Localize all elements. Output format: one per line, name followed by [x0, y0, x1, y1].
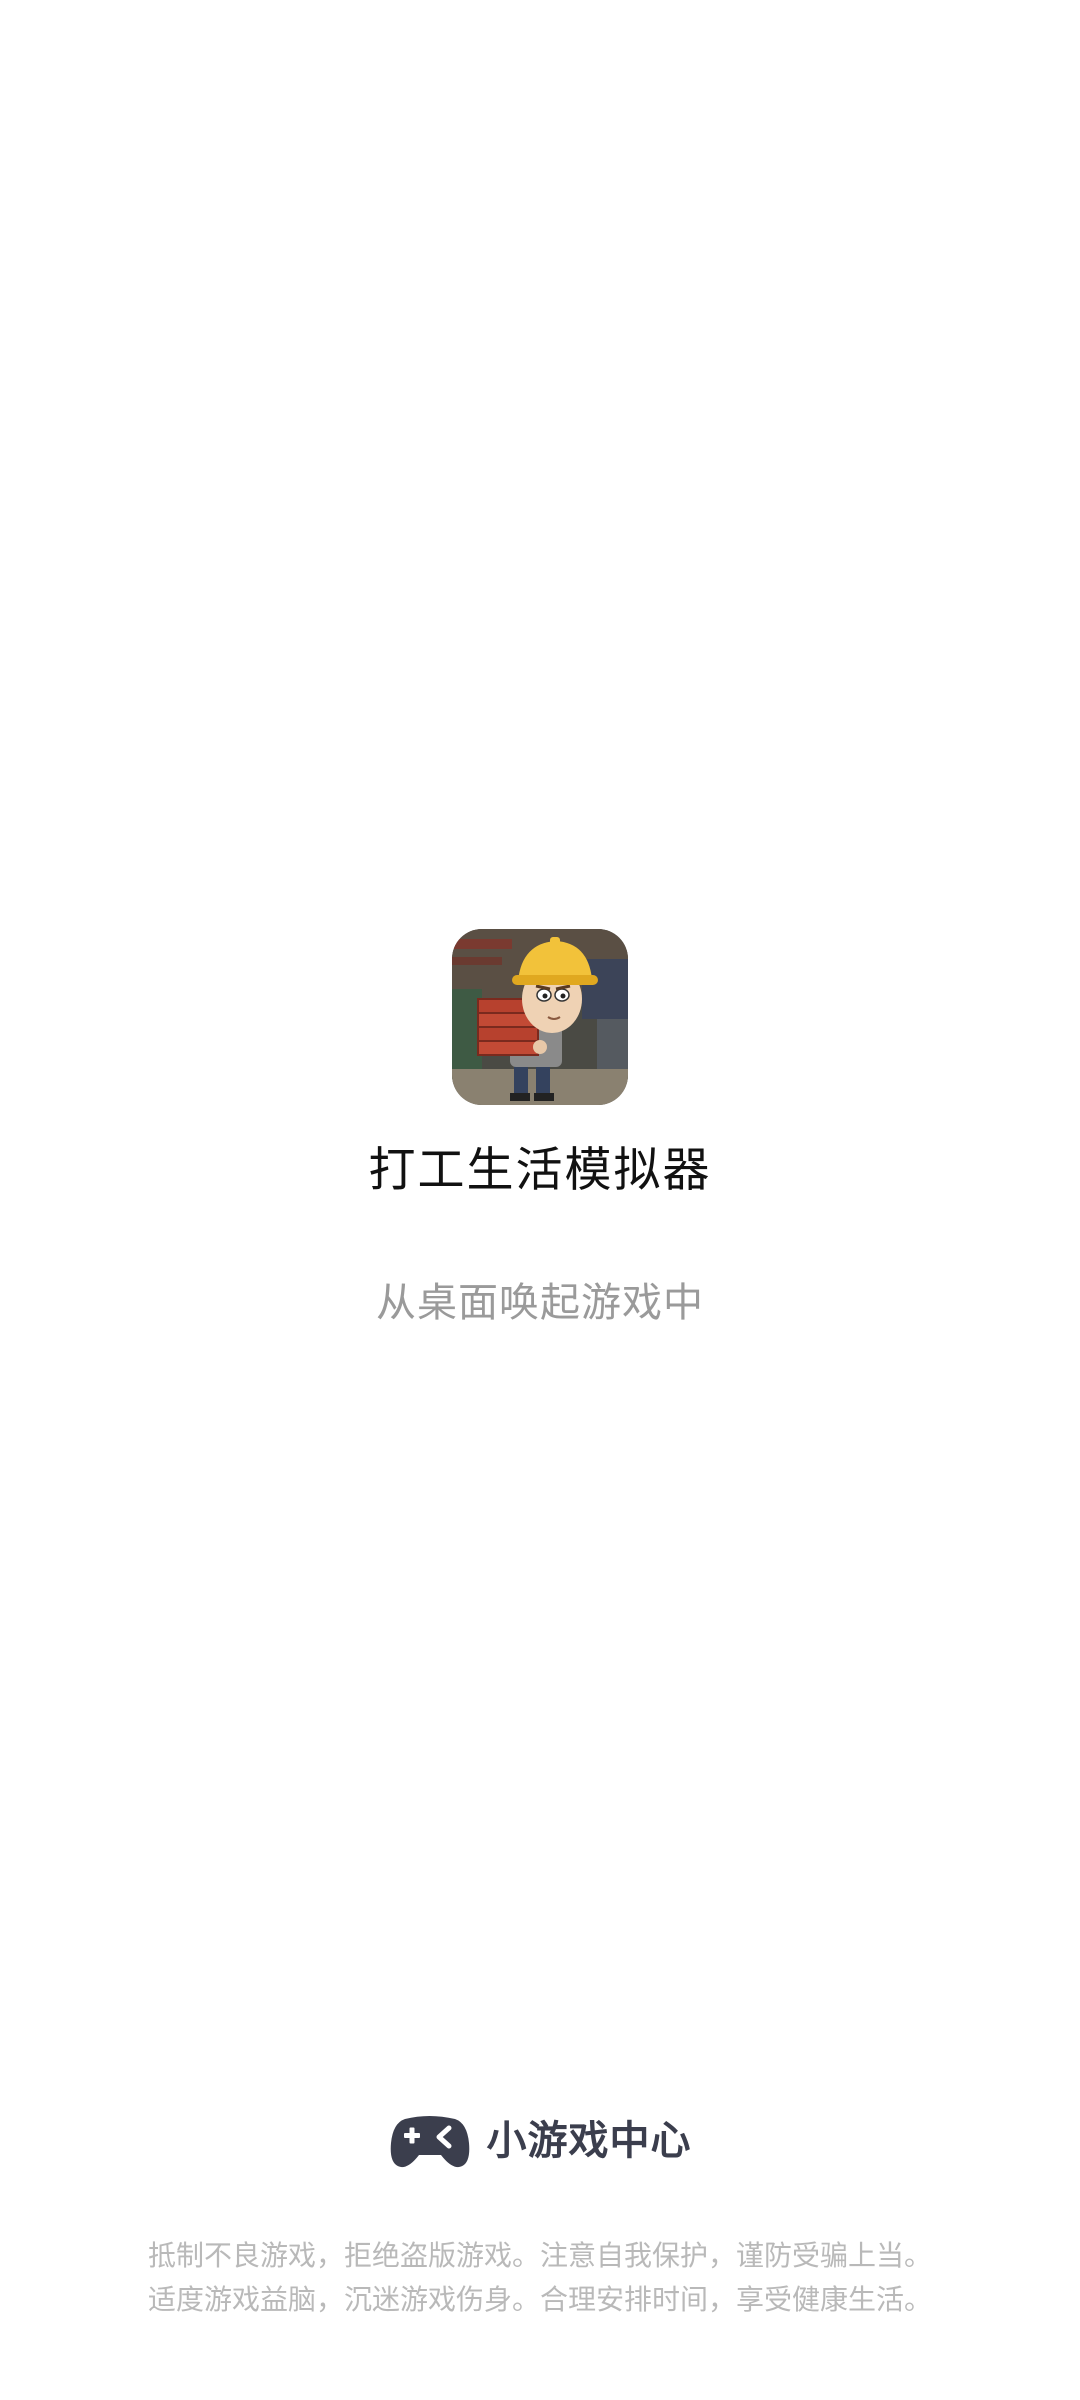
worker-carrying-bricks-icon [452, 929, 628, 1105]
gamepad-icon [389, 2113, 471, 2169]
app-name: 打工生活模拟器 [368, 1143, 712, 1198]
app-icon [452, 929, 628, 1105]
health-notice-line: 适度游戏益脑，沉迷游戏伤身。合理安排时间，享受健康生活。 [147, 2283, 932, 2316]
splash-screen: 打工生活模拟器 从桌面唤起游戏中 小游戏中心 抵制不良游戏，拒绝盗版游戏。注意自… [0, 0, 1080, 2400]
health-notice-line: 抵制不良游戏，拒绝盗版游戏。注意自我保护，谨防受骗上当。 [147, 2239, 932, 2272]
health-notice: 抵制不良游戏，拒绝盗版游戏。注意自我保护，谨防受骗上当。 适度游戏益脑，沉迷游戏… [0, 2234, 1080, 2322]
brand: 小游戏中心 [0, 2108, 1080, 2174]
brand-name: 小游戏中心 [486, 2118, 692, 2164]
launch-status-text: 从桌面唤起游戏中 [376, 1280, 704, 1326]
